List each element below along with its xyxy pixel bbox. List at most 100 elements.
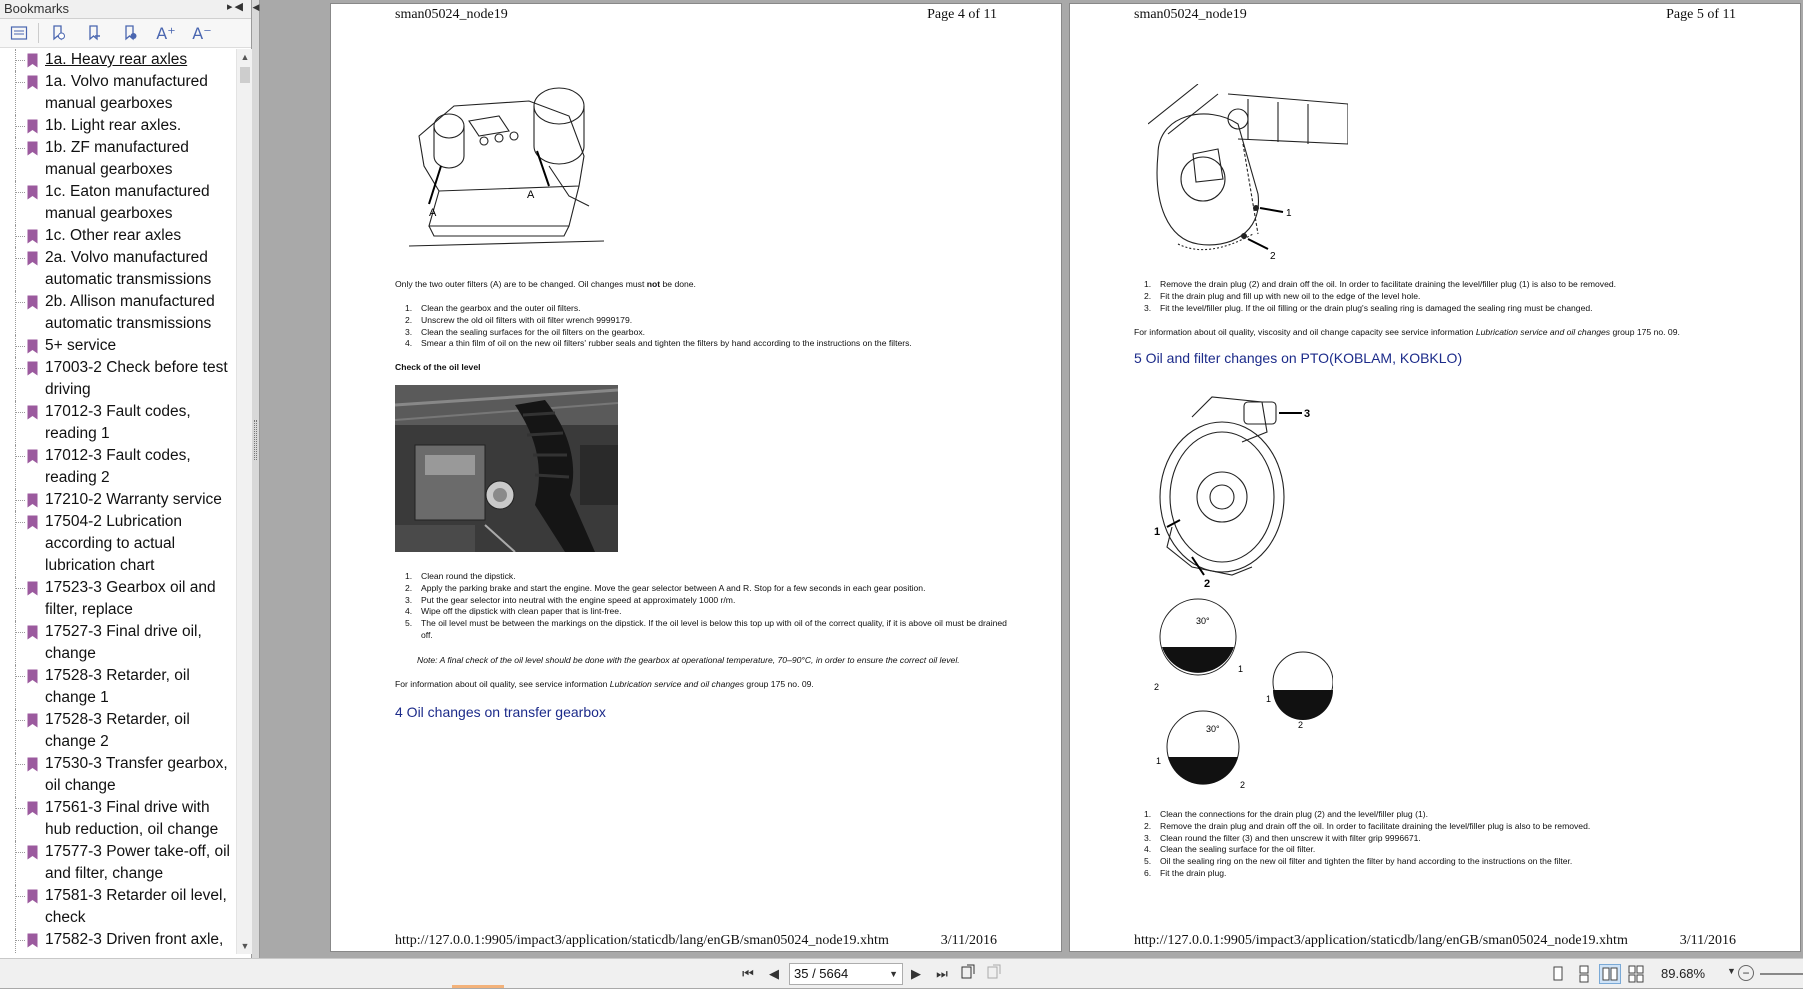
zoom-level[interactable]: 89.68%	[1661, 966, 1705, 981]
collapse-bookmark-icon[interactable]	[83, 22, 105, 44]
list-item: 5. Oil the sealing ring on the new oil fi…	[1134, 856, 1764, 868]
page-dropdown-icon[interactable]: ▼	[889, 964, 898, 984]
facing-view-icon[interactable]	[1599, 964, 1621, 984]
scroll-down-icon[interactable]: ▼	[237, 938, 253, 954]
scroll-thumb[interactable]	[240, 67, 250, 83]
single-page-view-icon[interactable]	[1547, 964, 1569, 984]
bookmark-icon	[27, 229, 38, 244]
zoom-slider[interactable]	[1760, 973, 1803, 975]
bookmark-item[interactable]: 17012-3 Fault codes, reading 2	[0, 445, 236, 489]
list-text: Fit the drain plug and fill up with new …	[1160, 290, 1421, 301]
tree-connector	[15, 357, 16, 401]
next-view-icon[interactable]	[984, 964, 1004, 984]
bookmark-item[interactable]: 1b. Light rear axles.	[0, 115, 236, 137]
list-item: 1. Clean the gearbox and the outer oil fi…	[395, 303, 1015, 315]
figure-callout: 1	[1154, 526, 1160, 538]
next-page-icon[interactable]: ▶	[906, 964, 926, 984]
list-item: 1. Remove the drain plug (2) and drain of…	[1134, 279, 1764, 291]
bookmark-item[interactable]: 17530-3 Transfer gearbox, oil change	[0, 753, 236, 797]
previous-page-icon[interactable]: ◀	[764, 964, 784, 984]
bookmark-item[interactable]: 17504-2 Lubrication according to actual …	[0, 511, 236, 577]
bookmark-item[interactable]: 17003-2 Check before test driving	[0, 357, 236, 401]
page-footer-url[interactable]: http://127.0.0.1:9905/impact3/applicatio…	[395, 933, 889, 949]
bookmark-icon	[27, 713, 38, 728]
document-page-5: sman05024_node19 Page 5 of 11 1 2 1. Remo	[1069, 3, 1801, 952]
list-item: 4. Clean the sealing surface for the oil …	[1134, 844, 1764, 856]
continuous-view-icon[interactable]	[1573, 964, 1595, 984]
bookmark-item[interactable]: 1c. Eaton manufactured manual gearboxes	[0, 181, 236, 225]
previous-view-icon[interactable]	[958, 964, 978, 984]
bookmark-label: 17582-3 Driven front axle, oil change	[45, 931, 224, 954]
font-increase-button[interactable]: A⁺	[155, 22, 177, 44]
bookmark-label: 17523-3 Gearbox oil and filter, replace	[45, 579, 216, 618]
bookmark-item[interactable]: 2a. Volvo manufactured automatic transmi…	[0, 247, 236, 291]
figure-callout: 2	[1154, 682, 1159, 692]
bookmark-item[interactable]: 5+ service	[0, 335, 236, 357]
bookmark-item[interactable]: 1b. ZF manufactured manual gearboxes	[0, 137, 236, 181]
list-text: Oil the sealing ring on the new oil filt…	[1160, 856, 1573, 867]
panel-splitter[interactable]: ◀	[252, 0, 260, 958]
bookmark-label: 17012-3 Fault codes, reading 2	[45, 447, 191, 486]
bookmark-icon	[27, 295, 38, 310]
bookmark-item[interactable]: 1a. Heavy rear axles	[0, 49, 236, 71]
page-header-left: sman05024_node19	[1134, 7, 1247, 22]
page-footer-date: 3/11/2016	[940, 933, 997, 948]
splitter-grip[interactable]	[254, 420, 257, 460]
tree-connector	[15, 511, 16, 577]
page-number-input[interactable]: 35 / 5664 ▼	[789, 963, 903, 985]
current-bookmark-icon[interactable]	[119, 22, 141, 44]
bookmark-options-icon[interactable]	[8, 22, 30, 44]
bookmark-label: 17003-2 Check before test driving	[45, 359, 228, 398]
scroll-up-icon[interactable]: ▲	[237, 49, 253, 65]
first-page-icon[interactable]: ⏮	[738, 964, 758, 984]
tree-connector	[15, 445, 16, 489]
filter-steps-list: 1. Clean the gearbox and the outer oil fi…	[395, 303, 1015, 350]
bookmark-item[interactable]: 1c. Other rear axles	[0, 225, 236, 247]
tree-connector	[15, 401, 16, 445]
tree-connector	[15, 885, 16, 929]
zoom-dropdown-icon[interactable]: ▼	[1727, 966, 1736, 976]
bookmark-item[interactable]: 17523-3 Gearbox oil and filter, replace	[0, 577, 236, 621]
list-number: 1.	[1144, 809, 1152, 819]
list-item: 2. Fit the drain plug and fill up with ne…	[1134, 291, 1764, 303]
figure-callout: 1	[1286, 208, 1292, 219]
expand-bookmark-icon[interactable]	[47, 22, 69, 44]
list-text: Clean the sealing surfaces for the oil f…	[421, 326, 646, 337]
bookmark-item[interactable]: 2b. Allison manufactured automatic trans…	[0, 291, 236, 335]
oil-capacity-info: For information about oil quality, visco…	[1134, 327, 1680, 337]
bookmarks-title: Bookmarks	[4, 1, 70, 16]
last-page-icon[interactable]: ⏭	[932, 964, 952, 984]
list-item: 1. Clean round the dipstick.	[395, 571, 1015, 583]
font-decrease-button[interactable]: A⁻	[191, 22, 213, 44]
list-text: Fit the level/filler plug. If the oil fi…	[1160, 302, 1593, 313]
bookmark-item[interactable]: 17581-3 Retarder oil level, check	[0, 885, 236, 929]
bookmark-item[interactable]: 17582-3 Driven front axle, oil change	[0, 929, 236, 954]
bookmark-label: 17528-3 Retarder, oil change 1	[45, 667, 190, 706]
tree-connector	[15, 621, 16, 665]
bookmark-item[interactable]: 17527-3 Final drive oil, change	[0, 621, 236, 665]
bookmark-item[interactable]: 17528-3 Retarder, oil change 1	[0, 665, 236, 709]
list-number: 6.	[1144, 867, 1152, 878]
tree-connector	[15, 137, 16, 181]
page-footer-url[interactable]: http://127.0.0.1:9905/impact3/applicatio…	[1134, 933, 1628, 949]
tree-connector	[15, 500, 25, 501]
bookmark-item[interactable]: 17577-3 Power take-off, oil and filter, …	[0, 841, 236, 885]
bookmark-label: 2a. Volvo manufactured automatic transmi…	[45, 249, 212, 288]
collapse-panel-icon[interactable]: ◀	[252, 2, 260, 13]
bookmark-item[interactable]: 17528-3 Retarder, oil change 2	[0, 709, 236, 753]
zoom-out-icon[interactable]: −	[1738, 965, 1754, 981]
list-item: 1. Clean the connections for the drain pl…	[1134, 809, 1764, 821]
bookmark-scrollbar[interactable]: ▲ ▼	[236, 49, 252, 954]
continuous-facing-view-icon[interactable]	[1625, 964, 1647, 984]
panel-collapse-buttons[interactable]: ▸◀	[227, 0, 245, 13]
bookmark-item[interactable]: 17012-3 Fault codes, reading 1	[0, 401, 236, 445]
bookmark-item[interactable]: 17561-3 Final drive with hub reduction, …	[0, 797, 236, 841]
section-heading-pto: 5 Oil and filter changes on PTO(KOBLAM, …	[1134, 350, 1463, 366]
tree-connector	[15, 764, 25, 765]
bookmark-item[interactable]: 1a. Volvo manufactured manual gearboxes	[0, 71, 236, 115]
tree-connector	[15, 632, 25, 633]
list-text: Remove the drain plug (2) and drain off …	[1160, 279, 1617, 289]
bookmark-item[interactable]: 17210-2 Warranty service	[0, 489, 236, 511]
list-number: 5.	[405, 618, 413, 629]
list-number: 2.	[405, 582, 413, 593]
